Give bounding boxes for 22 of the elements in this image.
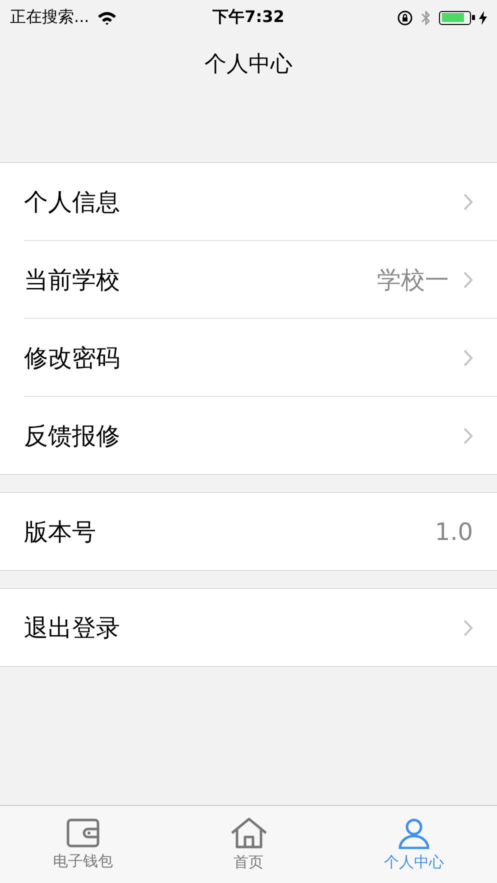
row-label: 个人信息 (24, 186, 120, 218)
page-title: 个人中心 (204, 51, 292, 79)
tab-item[interactable]: 电子钱包 (0, 806, 166, 883)
person-icon (397, 817, 432, 849)
wifi-icon (97, 10, 118, 24)
tab-label: 电子钱包 (52, 852, 113, 871)
tab-label: 个人中心 (384, 853, 444, 872)
wallet-icon (66, 818, 100, 848)
row-label: 版本号 (24, 516, 96, 548)
row-label: 当前学校 (24, 264, 120, 296)
home-icon (230, 817, 268, 849)
tab-label: 首页 (234, 853, 264, 872)
row-label: 退出登录 (24, 612, 120, 644)
status-time: 下午7:32 (212, 7, 284, 28)
row-label: 修改密码 (24, 342, 120, 374)
row-value: 1.0 (434, 518, 473, 546)
rotation-lock-icon (397, 10, 413, 26)
bluetooth-icon (421, 8, 431, 26)
carrier-text: 正在搜索... (10, 7, 90, 28)
row-value: 学校一 (377, 264, 449, 296)
row-label: 反馈报修 (24, 420, 120, 452)
tab-item[interactable]: 首页 (166, 806, 332, 883)
